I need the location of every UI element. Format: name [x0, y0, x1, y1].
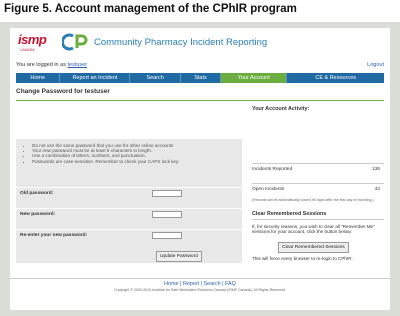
nav-ce-resources[interactable]: CE & Resources — [287, 73, 384, 83]
reenter-password-label: Re-enter your new password: — [20, 233, 88, 238]
change-password-panel: Do not use the same password that you us… — [16, 139, 242, 263]
clear-sessions-text: If, for security reasons, you wish to cl… — [252, 224, 375, 235]
reenter-password-row: Re-enter your new password: — [16, 229, 242, 244]
open-incidents-value: 42 — [374, 187, 380, 192]
footer-links: Home | Report | Search | FAQ — [10, 278, 390, 287]
main-nav: Home Report an Incident Search Stats You… — [16, 73, 384, 83]
rule-item: Passwords are case-sensitive. Remember t… — [32, 159, 244, 164]
footer-copyright: Copyright © 2000-2010 Institute for Safe… — [113, 288, 287, 292]
activity-title: Your Account Activity: — [252, 106, 310, 112]
app-page: ismp CANADA Community Pharmacy Incident … — [10, 28, 390, 310]
nav-report-incident[interactable]: Report an Incident — [60, 73, 131, 83]
login-username[interactable]: testuser — [67, 62, 87, 68]
new-password-row: New password: — [16, 208, 242, 223]
logout-link[interactable]: Logout — [367, 62, 384, 68]
clear-sessions-title: Clear Remembered Sessions — [252, 211, 384, 220]
footer-search-link[interactable]: Search — [204, 281, 221, 287]
footer-report-link[interactable]: Report — [183, 281, 199, 287]
new-password-input[interactable] — [152, 211, 182, 218]
incidents-reported-value: 136 — [371, 167, 380, 172]
figure-title: Figure 5. Account management of the CPhI… — [4, 3, 297, 15]
new-password-label: New password: — [20, 212, 56, 217]
incidents-reported-row: Incidents Reported 136 — [252, 163, 384, 176]
account-activity-panel: Your Account Activity: Incidents Reporte… — [252, 106, 384, 202]
site-header: ismp CANADA Community Pharmacy Incident … — [10, 28, 390, 58]
activity-note: (Records will be automatically closed 90… — [252, 198, 374, 202]
footer-separator: | — [180, 281, 182, 287]
open-incidents-row: Open Incidents 42 — [252, 183, 384, 196]
footer-faq-link[interactable]: FAQ — [225, 281, 236, 287]
open-incidents-label: Open Incidents — [252, 187, 285, 192]
nav-stats[interactable]: Stats — [181, 73, 222, 83]
nav-your-account[interactable]: Your Account — [221, 73, 288, 83]
nav-search[interactable]: Search — [130, 73, 181, 83]
login-prefix: You are logged in as — [16, 62, 66, 68]
update-password-button[interactable]: Update Password — [156, 251, 202, 262]
cphir-logo-icon — [62, 33, 88, 51]
screenshot-frame: ismp CANADA Community Pharmacy Incident … — [0, 22, 400, 316]
ismp-logo[interactable]: ismp — [18, 32, 47, 47]
footer-home-link[interactable]: Home — [164, 281, 178, 287]
reenter-password-input[interactable] — [152, 232, 182, 239]
page-title: Change Password for testuser — [16, 88, 384, 101]
nav-home[interactable]: Home — [16, 73, 61, 83]
clear-sessions-button[interactable]: Clear Remembered Sessions — [278, 242, 349, 253]
old-password-input[interactable] — [152, 190, 182, 197]
site-title: Community Pharmacy Incident Reporting — [94, 37, 268, 48]
incidents-reported-label: Incidents Reported — [252, 167, 293, 172]
footer-separator: | — [200, 281, 203, 287]
old-password-label: Old password: — [20, 191, 54, 196]
footer-separator: | — [222, 281, 224, 287]
ismp-logo-sub: CANADA — [20, 48, 35, 52]
old-password-row: Old password: — [16, 187, 242, 202]
clear-sessions-note: This will force every browser to re-logi… — [252, 256, 353, 261]
login-bar: You are logged in as testuser Logout — [16, 62, 384, 72]
password-rules: Do not use the same password that you us… — [24, 143, 244, 164]
